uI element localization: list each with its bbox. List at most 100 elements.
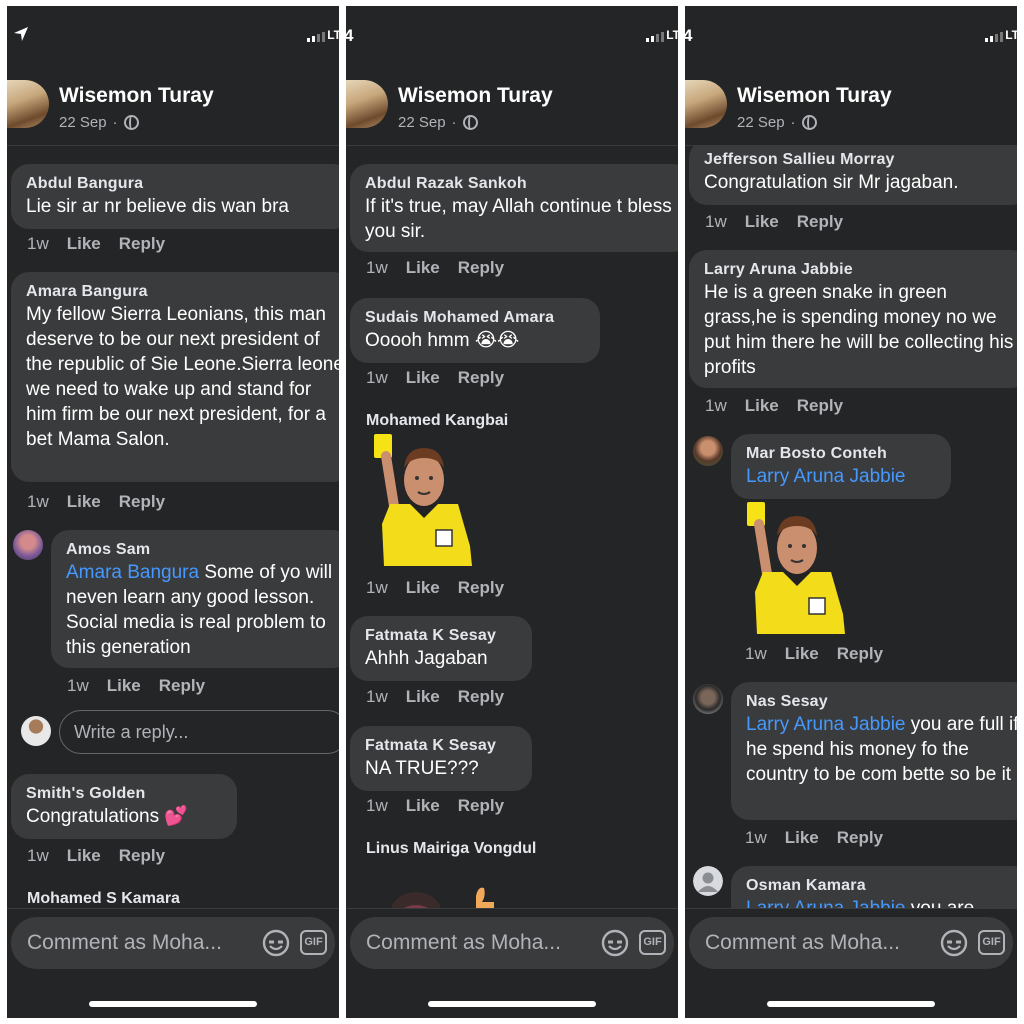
reply-button[interactable]: Reply: [159, 676, 205, 696]
comment-text: Larry Aruna Jabbie you are full if he sp…: [746, 712, 1017, 787]
status-bar: 4 LT: [346, 6, 678, 58]
comment-age: 1w: [366, 258, 388, 277]
commenter-name[interactable]: Nas Sesay: [746, 692, 1016, 712]
comment-list[interactable]: Jefferson Sallieu Morray Congratulation …: [685, 146, 1017, 908]
like-button[interactable]: Like: [785, 828, 819, 848]
avatar[interactable]: [346, 80, 388, 128]
avatar[interactable]: [693, 684, 723, 714]
like-button[interactable]: Like: [406, 368, 440, 388]
emoji-icon[interactable]: [261, 928, 291, 958]
emoji-icon[interactable]: [600, 928, 630, 958]
comment-age: 1w: [27, 846, 49, 865]
commenter-name[interactable]: Osman Kamara: [746, 876, 1016, 896]
mention-link[interactable]: Amara Bangura: [66, 562, 199, 583]
reply-button[interactable]: Reply: [119, 492, 165, 512]
emoji-icon[interactable]: [939, 928, 969, 958]
commenter-name[interactable]: Amos Sam: [66, 540, 336, 560]
post-date[interactable]: 22 Sep: [59, 114, 107, 131]
mention-link[interactable]: Larry Aruna Jabbie: [746, 898, 906, 908]
like-button[interactable]: Like: [785, 644, 819, 664]
write-reply-input[interactable]: Write a reply...: [59, 710, 339, 754]
like-button[interactable]: Like: [67, 846, 101, 866]
commenter-name[interactable]: Sudais Mohamed Amara: [365, 308, 585, 328]
comment-list[interactable]: Abdul Razak Sankoh If it's true, may All…: [346, 146, 678, 908]
avatar[interactable]: [693, 436, 723, 466]
comment-actions: 1w Like Reply: [705, 212, 843, 232]
like-button[interactable]: Like: [107, 676, 141, 696]
reply-button[interactable]: Reply: [458, 578, 504, 598]
reply-button[interactable]: Reply: [797, 212, 843, 232]
reply-button[interactable]: Reply: [458, 687, 504, 707]
post-meta: 22 Sep ·: [737, 114, 817, 131]
like-button[interactable]: Like: [745, 396, 779, 416]
commenter-name[interactable]: Fatmata K Sesay: [365, 736, 517, 756]
post-author-name[interactable]: Wisemon Turay: [59, 84, 214, 108]
signal-icon: [646, 32, 664, 42]
mention-link[interactable]: Larry Aruna Jabbie: [746, 466, 906, 487]
like-button[interactable]: Like: [406, 796, 440, 816]
commenter-name[interactable]: Smith's Golden: [26, 784, 222, 804]
like-button[interactable]: Like: [67, 234, 101, 254]
like-button[interactable]: Like: [406, 258, 440, 278]
reply-button[interactable]: Reply: [119, 234, 165, 254]
comment-text: If it's true, may Allah continue t bless…: [365, 196, 677, 242]
commenter-name[interactable]: Larry Aruna Jabbie: [704, 260, 1014, 280]
reply-button[interactable]: Reply: [837, 644, 883, 664]
avatar-placeholder-icon[interactable]: [693, 866, 723, 896]
comment-bubble: Smith's Golden Congratulations 💕: [11, 774, 237, 839]
comment-composer: Comment as Moha... GIF: [685, 908, 1017, 1018]
comment-text: Lie sir ar nr believe dis wan bra: [26, 196, 289, 217]
comment-bubble: Osman Kamara Larry Aruna Jabbie you are: [731, 866, 1017, 908]
commenter-name[interactable]: Abdul Bangura: [26, 174, 336, 194]
commenter-name[interactable]: Mohamed Kangbai: [366, 412, 508, 430]
comment-list[interactable]: Abdul Bangura Lie sir ar nr believe dis …: [7, 146, 339, 908]
avatar[interactable]: [13, 530, 43, 560]
gif-icon[interactable]: GIF: [978, 930, 1005, 955]
like-button[interactable]: Like: [406, 578, 440, 598]
reply-button[interactable]: Reply: [837, 828, 883, 848]
post-author-name[interactable]: Wisemon Turay: [737, 84, 892, 108]
avatar: [21, 716, 51, 746]
commenter-name[interactable]: Linus Mairiga Vongdul: [366, 840, 536, 858]
gif-icon[interactable]: GIF: [300, 930, 327, 955]
referee-sticker-icon[interactable]: [372, 434, 476, 572]
meta-separator: ·: [451, 114, 457, 131]
like-button[interactable]: Like: [745, 212, 779, 232]
reply-button[interactable]: Reply: [797, 396, 843, 416]
commenter-name[interactable]: Mohamed S Kamara: [27, 890, 180, 908]
screenshot-panel-3: 4 LT Wisemon Turay 22 Sep · Jefferson Sa…: [685, 6, 1017, 1018]
commenter-name[interactable]: Abdul Razak Sankoh: [365, 174, 675, 194]
post-author-name[interactable]: Wisemon Turay: [398, 84, 553, 108]
referee-sticker-icon[interactable]: [745, 502, 849, 640]
commenter-name[interactable]: Fatmata K Sesay: [365, 626, 517, 646]
reply-button[interactable]: Reply: [458, 796, 504, 816]
post-date[interactable]: 22 Sep: [398, 114, 446, 131]
mention-link[interactable]: Larry Aruna Jabbie: [746, 714, 906, 735]
comment-composer: Comment as Moha... GIF: [7, 908, 339, 1018]
commenter-name[interactable]: Jefferson Sallieu Morray: [704, 150, 1014, 170]
like-button[interactable]: Like: [67, 492, 101, 512]
commenter-name[interactable]: Mar Bosto Conteh: [746, 444, 936, 464]
comment-input[interactable]: Comment as Moha... GIF: [11, 917, 335, 969]
comment-actions: 1w Like Reply: [27, 846, 165, 866]
status-time: 4: [685, 26, 693, 45]
comment-input[interactable]: Comment as Moha... GIF: [350, 917, 674, 969]
comment-placeholder: Comment as Moha...: [366, 931, 561, 954]
avatar[interactable]: [7, 80, 49, 128]
avatar[interactable]: [685, 80, 727, 128]
reply-button[interactable]: Reply: [458, 368, 504, 388]
comment-text: Ahhh Jagaban: [365, 648, 488, 669]
commenter-name[interactable]: Amara Bangura: [26, 282, 336, 302]
reply-button[interactable]: Reply: [458, 258, 504, 278]
status-bar: LT: [7, 6, 339, 58]
comment-age: 1w: [27, 492, 49, 511]
comment-actions: 1w Like Reply: [705, 396, 843, 416]
gif-icon[interactable]: GIF: [639, 930, 666, 955]
like-button[interactable]: Like: [406, 687, 440, 707]
post-date[interactable]: 22 Sep: [737, 114, 785, 131]
home-indicator: [428, 1001, 596, 1007]
sticker-icon[interactable]: [386, 882, 506, 908]
reply-button[interactable]: Reply: [119, 846, 165, 866]
comment-input[interactable]: Comment as Moha... GIF: [689, 917, 1013, 969]
signal-icon: [307, 32, 325, 42]
